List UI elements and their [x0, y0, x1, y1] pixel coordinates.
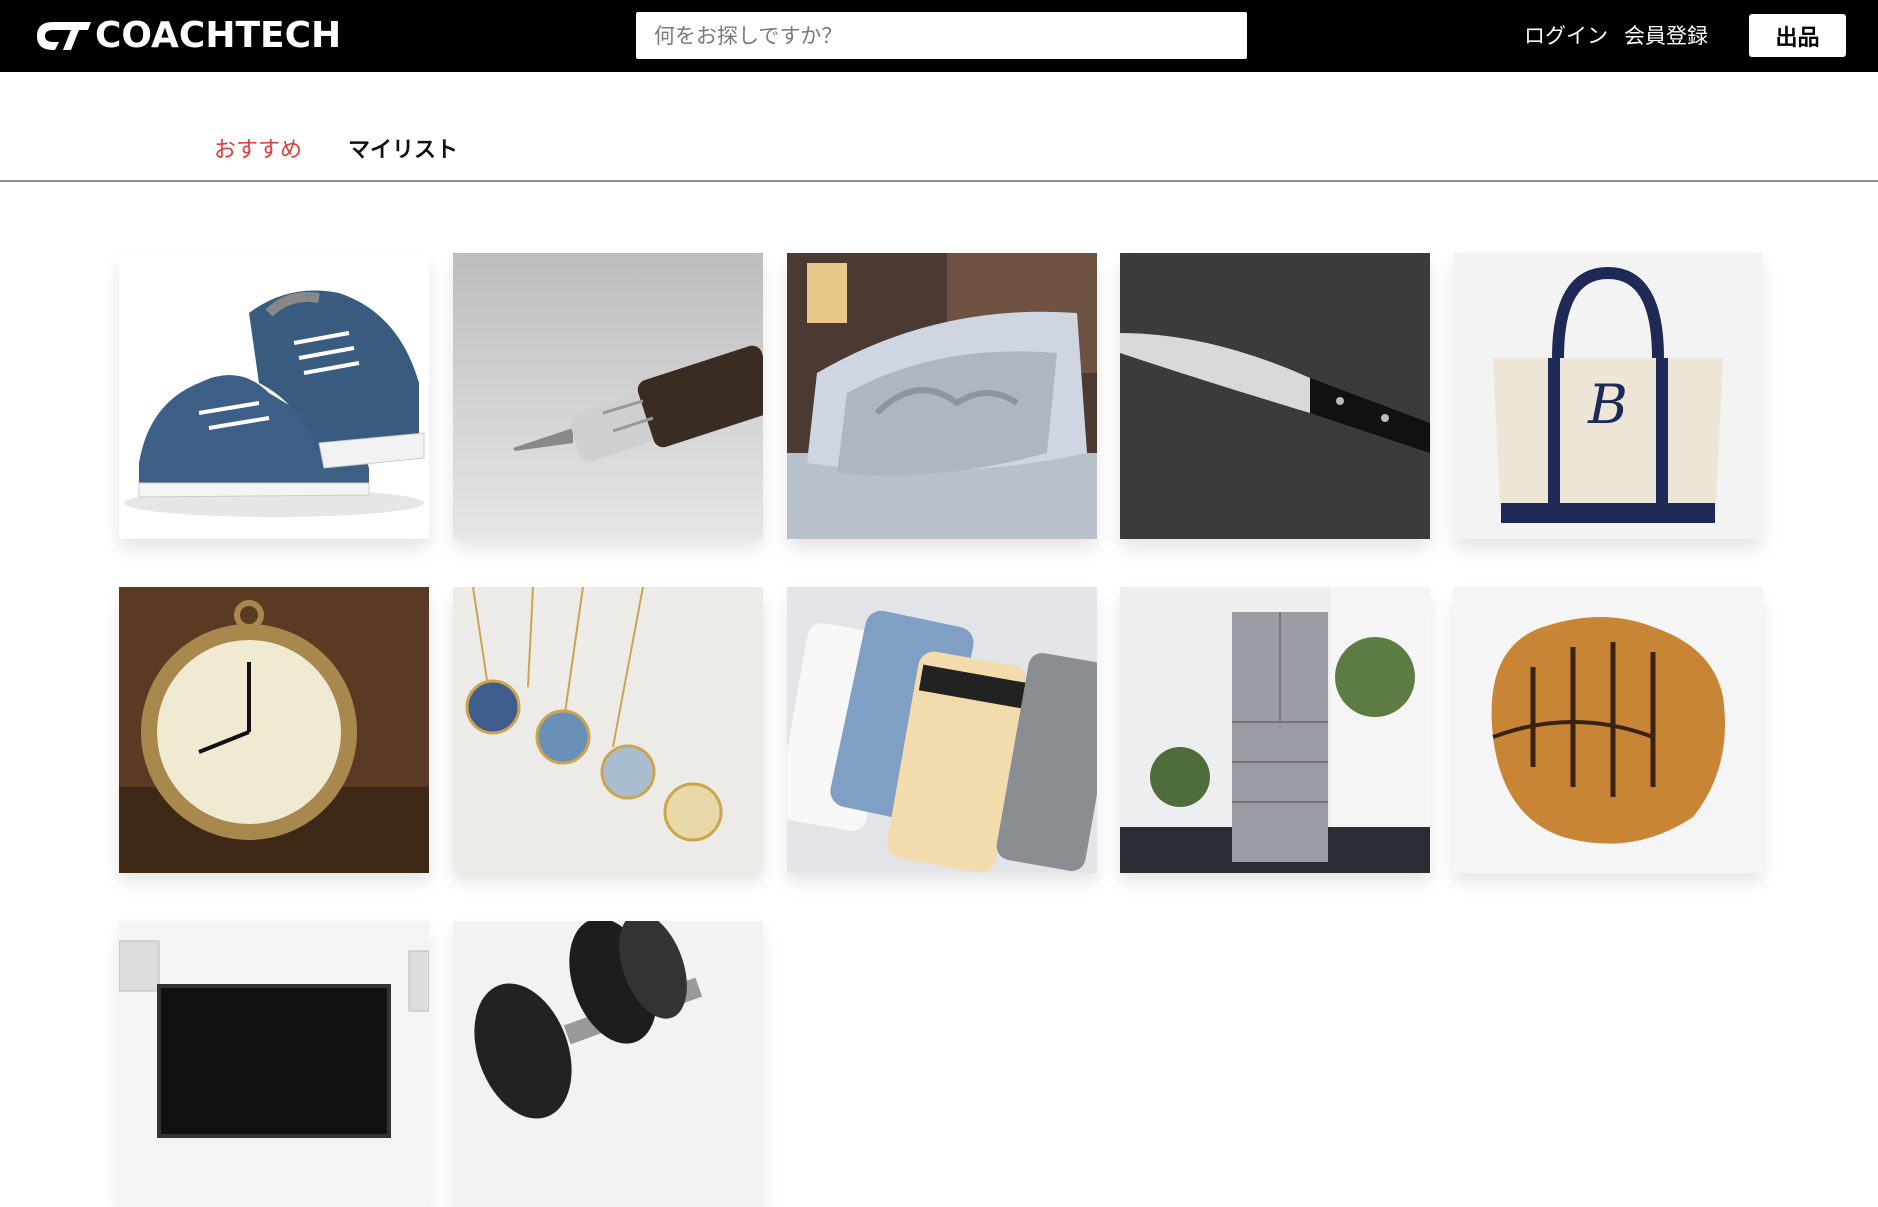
dumbbell-image: [453, 921, 763, 1207]
mechanical-pencil-image: [453, 253, 763, 539]
refrigerator-image: [1120, 587, 1430, 873]
product-card[interactable]: [453, 921, 763, 1207]
pillow-image: [787, 253, 1097, 539]
pendant-necklaces-image: [453, 587, 763, 873]
product-card[interactable]: [453, 253, 763, 539]
svg-text:B: B: [1587, 373, 1628, 436]
product-card[interactable]: [119, 253, 429, 539]
tab-mylist[interactable]: マイリスト: [348, 136, 458, 166]
tote-bag-image: B: [1453, 253, 1763, 539]
product-card[interactable]: [1120, 253, 1430, 539]
login-link[interactable]: ログイン: [1524, 22, 1608, 50]
product-card[interactable]: [119, 587, 429, 873]
product-card[interactable]: [1120, 587, 1430, 873]
product-card[interactable]: [1453, 587, 1763, 873]
tab-recommend[interactable]: おすすめ: [214, 136, 302, 166]
kitchen-knife-image: [1120, 253, 1430, 539]
search-input[interactable]: [636, 12, 1247, 59]
register-link[interactable]: 会員登録: [1624, 22, 1708, 50]
tab-bar: おすすめ マイリスト: [0, 72, 1878, 182]
coachtech-logo[interactable]: COACHTECH: [33, 16, 341, 56]
product-card[interactable]: [787, 253, 1097, 539]
baseball-glove-image: [1453, 587, 1763, 873]
pocket-watch-image: [119, 587, 429, 873]
smartphones-image: [787, 587, 1097, 873]
product-card[interactable]: [453, 587, 763, 873]
ct-logo-icon: [37, 22, 91, 50]
product-card[interactable]: [119, 921, 429, 1207]
logo-text: COACHTECH: [95, 15, 342, 56]
site-header: COACHTECH ログイン 会員登録 出品: [0, 0, 1878, 72]
product-card[interactable]: B: [1453, 253, 1763, 539]
sell-button[interactable]: 出品: [1749, 14, 1846, 57]
television-image: [119, 921, 429, 1207]
sneakers-image: [119, 253, 429, 539]
product-card[interactable]: [787, 587, 1097, 873]
